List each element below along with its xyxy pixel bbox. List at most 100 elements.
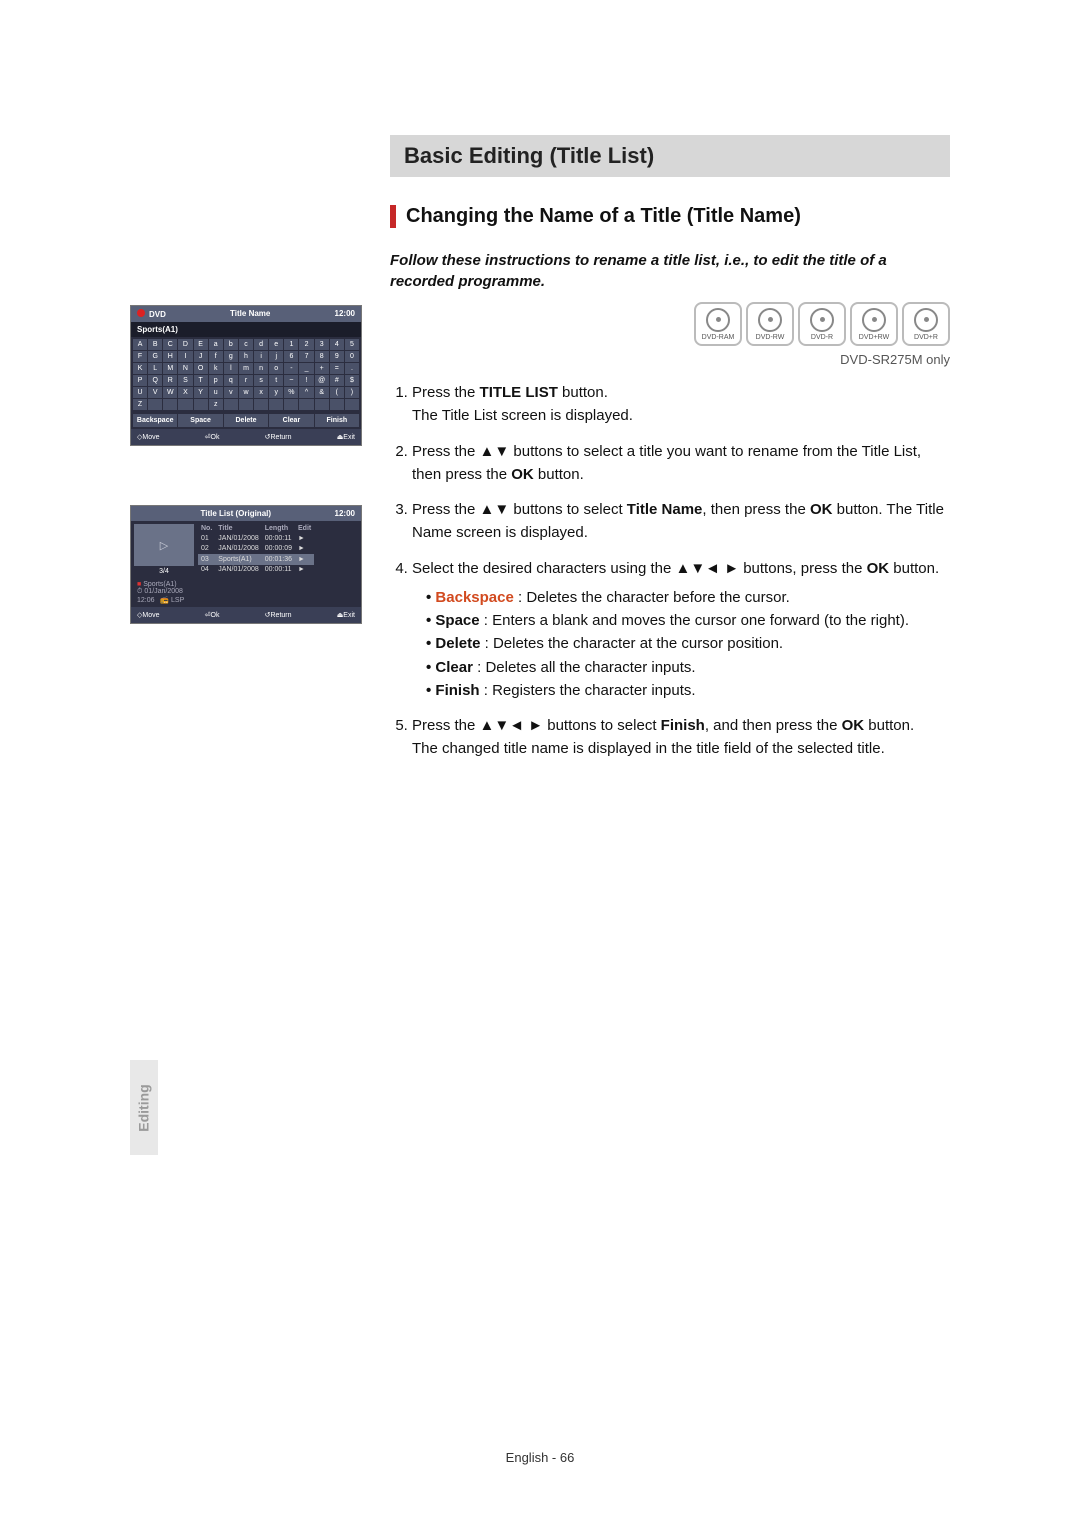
keyboard-cell: A xyxy=(133,339,147,350)
keyboard-cell xyxy=(194,399,208,410)
keyboard-cell: ~ xyxy=(284,375,298,386)
subhead-text: Changing the Name of a Title (Title Name… xyxy=(406,205,801,228)
table-row: 04JAN/01/200800:00:11► xyxy=(198,565,314,576)
record-icon xyxy=(137,309,145,317)
disc-icon: DVD-RW xyxy=(746,302,794,346)
keyboard-cell: f xyxy=(209,351,223,362)
keyboard-cell: w xyxy=(239,387,253,398)
osd-footer-hint: ↺Return xyxy=(265,433,292,441)
step-1: Press the TITLE LIST button. The Title L… xyxy=(412,381,950,428)
step-3: Press the ▲▼ buttons to select Title Nam… xyxy=(412,498,950,545)
keyboard-cell: B xyxy=(148,339,162,350)
keyboard-cell: 2 xyxy=(299,339,313,350)
table-row: 01JAN/01/200800:00:11► xyxy=(198,533,314,544)
keyboard-cell: I xyxy=(178,351,192,362)
table-row: 03Sports(A1)00:01:36► xyxy=(198,554,314,565)
keyboard-cell xyxy=(148,399,162,410)
keyboard-cell xyxy=(345,399,359,410)
keyboard-cell: 3 xyxy=(315,339,329,350)
bullet-delete: Delete : Deletes the character at the cu… xyxy=(426,632,950,655)
disc-icon: DVD-RAM xyxy=(694,302,742,346)
table-header: No. xyxy=(198,524,215,533)
thumbnail-placeholder: ▷ xyxy=(134,524,194,566)
osd2-counter: 3/4 xyxy=(134,568,194,575)
keyboard-cell: 8 xyxy=(315,351,329,362)
keyboard-cell: q xyxy=(224,375,238,386)
keyboard-cell: & xyxy=(315,387,329,398)
keyboard-cell: % xyxy=(284,387,298,398)
keyboard-cell: m xyxy=(239,363,253,374)
keyboard-cell: 0 xyxy=(345,351,359,362)
keyboard-cell: O xyxy=(194,363,208,374)
keyboard-cell xyxy=(239,399,253,410)
table-header: Length xyxy=(262,524,295,533)
table-header: Edit xyxy=(295,524,314,533)
keyboard-cell: z xyxy=(209,399,223,410)
keyboard-cell: ! xyxy=(299,375,313,386)
osd2-meta-date: 01/Jan/2008 xyxy=(144,588,183,595)
subhead: Changing the Name of a Title (Title Name… xyxy=(390,205,950,228)
keyboard-cell: p xyxy=(209,375,223,386)
keyboard-cell: a xyxy=(209,339,223,350)
keyboard-cell: 7 xyxy=(299,351,313,362)
keyboard-cell: - xyxy=(284,363,298,374)
keyboard-cell: # xyxy=(330,375,344,386)
keyboard-cell: d xyxy=(254,339,268,350)
keyboard-cell: l xyxy=(224,363,238,374)
osd-footer-hint: ↺Return xyxy=(265,611,292,619)
keyboard-cell: R xyxy=(163,375,177,386)
keyboard-cell: u xyxy=(209,387,223,398)
keyboard-cell xyxy=(330,399,344,410)
keyboard-cell: Y xyxy=(194,387,208,398)
keyboard-cell: F xyxy=(133,351,147,362)
bullet-space: Space : Enters a blank and moves the cur… xyxy=(426,609,950,632)
keyboard-cell xyxy=(299,399,313,410)
keyboard-action: Backspace xyxy=(133,414,177,427)
osd-footer-hint: ◇Move xyxy=(137,433,160,441)
keyboard-cell: v xyxy=(224,387,238,398)
table-row: 02JAN/01/200800:00:09► xyxy=(198,544,314,555)
keyboard-cell: 9 xyxy=(330,351,344,362)
bullet-clear: Clear : Deletes all the character inputs… xyxy=(426,656,950,679)
keyboard-cell: 6 xyxy=(284,351,298,362)
osd2-meta-title: Sports(A1) xyxy=(143,581,176,588)
keyboard-cell: P xyxy=(133,375,147,386)
keyboard-cell: ^ xyxy=(299,387,313,398)
osd1-title-field: Sports(A1) xyxy=(131,322,361,337)
step-5: Press the ▲▼◄ ► buttons to select Finish… xyxy=(412,714,950,761)
keyboard-cell: k xyxy=(209,363,223,374)
keyboard-cell xyxy=(269,399,283,410)
keyboard-cell: h xyxy=(239,351,253,362)
osd1-hdr-mid: Title Name xyxy=(230,309,270,319)
osd2-hdr-mid: Title List (Original) xyxy=(201,509,272,518)
keyboard-cell: U xyxy=(133,387,147,398)
disc-icon: DVD+R xyxy=(902,302,950,346)
keyboard-cell: _ xyxy=(299,363,313,374)
title-list-table: No.TitleLengthEdit 01JAN/01/200800:00:11… xyxy=(198,524,314,575)
keyboard-cell: = xyxy=(330,363,344,374)
keyboard-cell: @ xyxy=(315,375,329,386)
keyboard-cell xyxy=(254,399,268,410)
keyboard-cell: H xyxy=(163,351,177,362)
keyboard-cell: C xyxy=(163,339,177,350)
keyboard-cell xyxy=(224,399,238,410)
section-title: Basic Editing (Title List) xyxy=(390,135,950,177)
disc-icon: DVD+RW xyxy=(850,302,898,346)
keyboard-cell xyxy=(284,399,298,410)
osd-footer-hint: ⏎Ok xyxy=(205,611,220,619)
keyboard-cell xyxy=(178,399,192,410)
keyboard-cell: 1 xyxy=(284,339,298,350)
model-note: DVD-SR275M only xyxy=(390,352,950,367)
osd2-meta-time: 12:06 xyxy=(137,597,155,604)
bullet-finish: Finish : Registers the character inputs. xyxy=(426,679,950,702)
keyboard-cell: s xyxy=(254,375,268,386)
osd2-meta-mode: LSP xyxy=(171,597,184,604)
keyboard-action: Delete xyxy=(224,414,268,427)
disc-icon: DVD-R xyxy=(798,302,846,346)
disc-compat-row: DVD-RAMDVD-RWDVD-RDVD+RWDVD+R xyxy=(390,302,950,346)
keyboard-cell: M xyxy=(163,363,177,374)
keyboard-cell: c xyxy=(239,339,253,350)
keyboard-cell: . xyxy=(345,363,359,374)
keyboard-cell: N xyxy=(178,363,192,374)
osd1-hdr-left: DVD xyxy=(149,310,166,319)
